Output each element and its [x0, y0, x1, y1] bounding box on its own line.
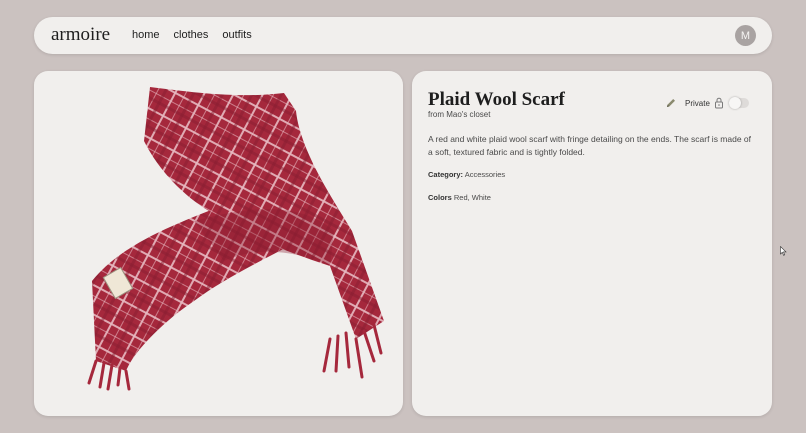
item-title: Plaid Wool Scarf — [428, 89, 565, 110]
lock-icon — [714, 97, 723, 109]
toggle-knob — [728, 97, 741, 109]
colors-label: Colors — [428, 193, 452, 202]
mouse-cursor-icon — [780, 246, 787, 256]
nav-links: home clothes outfits — [132, 29, 252, 41]
item-description: A red and white plaid wool scarf with fr… — [428, 134, 752, 157]
category-label: Category: — [428, 170, 464, 179]
colors-value: Red, White — [453, 193, 491, 202]
nav-link-clothes[interactable]: clothes — [174, 29, 209, 41]
nav-link-home[interactable]: home — [132, 29, 160, 41]
item-image — [87, 87, 384, 391]
item-colors: Colors Red, White — [428, 193, 491, 202]
item-category: Category: Accessories — [428, 170, 505, 179]
privacy-label: Private — [685, 98, 710, 108]
top-nav-bar: armoire home clothes outfits M — [34, 17, 772, 54]
item-image-card — [34, 71, 403, 416]
nav-link-outfits[interactable]: outfits — [222, 29, 251, 41]
private-toggle[interactable] — [728, 97, 749, 109]
brand-logo[interactable]: armoire — [51, 24, 110, 46]
item-owner: from Mao's closet — [428, 110, 491, 119]
item-detail-card: Plaid Wool Scarf from Mao's closet Priva… — [412, 71, 772, 416]
category-value: Accessories — [464, 170, 506, 179]
pencil-icon[interactable] — [665, 97, 677, 109]
item-controls: Private — [665, 97, 749, 109]
user-avatar[interactable]: M — [735, 25, 756, 46]
